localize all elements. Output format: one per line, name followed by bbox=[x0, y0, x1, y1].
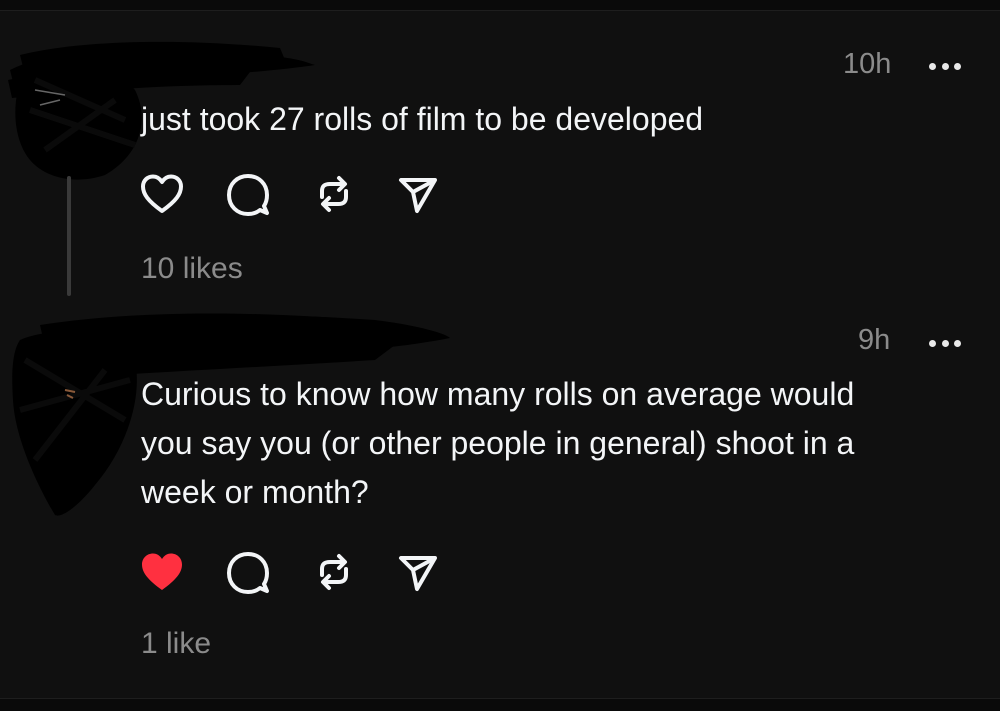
post-text: just took 27 rolls of film to be develop… bbox=[141, 101, 704, 137]
thread-line bbox=[67, 176, 71, 296]
comment-button[interactable] bbox=[226, 172, 270, 216]
post-2[interactable]: 9h Curious to know how many rolls on ave… bbox=[0, 305, 1000, 699]
repost-icon bbox=[320, 176, 348, 212]
repost-button[interactable] bbox=[312, 172, 356, 216]
post-text-line: Curious to know how many rolls on averag… bbox=[141, 376, 855, 412]
more-dot bbox=[954, 62, 961, 70]
likes-count[interactable]: 10 likes bbox=[141, 252, 243, 286]
more-dot bbox=[929, 62, 936, 70]
comment-icon bbox=[227, 552, 269, 594]
like-button[interactable] bbox=[140, 550, 184, 594]
post-1[interactable]: 10h just took 27 rolls of film to be dev… bbox=[0, 0, 1000, 305]
post-text: Curious to know how many rolls on averag… bbox=[141, 370, 854, 517]
more-dot bbox=[929, 339, 936, 347]
more-dot bbox=[954, 339, 961, 347]
heart-filled-icon bbox=[142, 553, 182, 590]
comment-icon bbox=[227, 174, 269, 216]
like-button[interactable] bbox=[140, 172, 184, 216]
share-button[interactable] bbox=[396, 550, 440, 594]
more-dot bbox=[941, 62, 949, 70]
redacted-avatar bbox=[15, 65, 142, 180]
redacted-avatar bbox=[12, 331, 137, 516]
likes-count[interactable]: 1 like bbox=[141, 627, 211, 661]
repost-button[interactable] bbox=[312, 550, 356, 594]
post-text-line: you say you (or other people in general)… bbox=[141, 425, 855, 461]
more-options-button[interactable] bbox=[929, 338, 961, 348]
post-timestamp: 9h bbox=[858, 324, 891, 356]
more-options-button[interactable] bbox=[929, 61, 961, 71]
more-dot bbox=[941, 339, 949, 347]
post-text-line: week or month? bbox=[141, 474, 369, 510]
share-button[interactable] bbox=[396, 172, 440, 216]
repost-icon bbox=[320, 554, 348, 590]
heart-icon bbox=[141, 174, 183, 213]
share-icon bbox=[399, 556, 437, 591]
post-timestamp: 10h bbox=[843, 48, 892, 80]
bottom-edge bbox=[0, 698, 1000, 711]
share-icon bbox=[399, 178, 437, 213]
comment-button[interactable] bbox=[226, 550, 270, 594]
